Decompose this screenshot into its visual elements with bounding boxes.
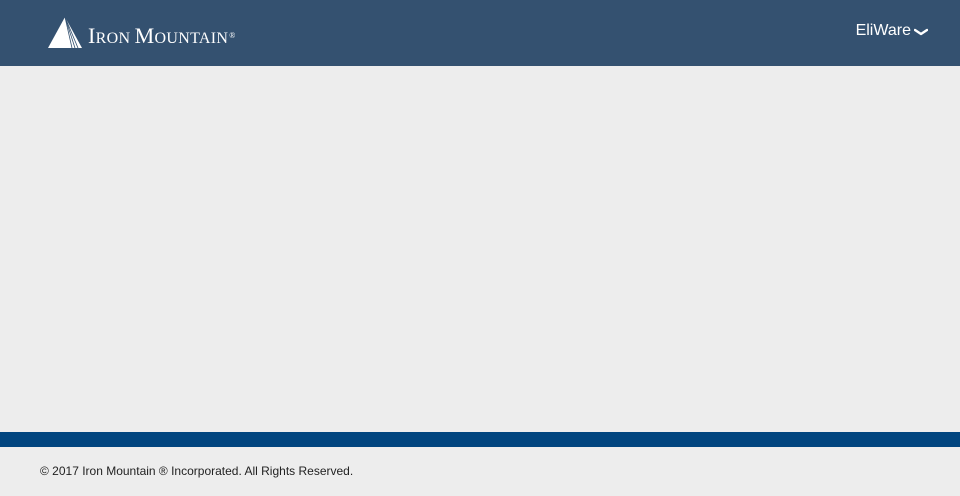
user-name: EliWare <box>855 22 911 39</box>
logo-initial-i: I <box>88 23 96 48</box>
registered-mark: ® <box>229 31 236 40</box>
iron-mountain-logo[interactable]: IRON MOUNTAIN® <box>48 16 236 48</box>
footer-divider-bar <box>0 432 960 447</box>
logo-text: IRON MOUNTAIN® <box>88 25 236 48</box>
logo-rest-ron: RON <box>95 30 131 47</box>
main-content <box>0 66 960 432</box>
logo-initial-m: M <box>134 23 155 48</box>
logo-rest-ountain: OUNTAIN <box>154 30 229 47</box>
footer: © 2017 Iron Mountain ® Incorporated. All… <box>0 447 960 496</box>
copyright-text: © 2017 Iron Mountain ® Incorporated. All… <box>40 464 354 478</box>
mountain-logo-icon <box>48 17 82 48</box>
chevron-down-icon <box>914 28 928 36</box>
user-menu-button[interactable]: EliWare <box>856 20 928 42</box>
page: IRON MOUNTAIN® EliWare © 2017 Iron Mount… <box>0 0 960 496</box>
header: IRON MOUNTAIN® EliWare <box>0 0 960 66</box>
